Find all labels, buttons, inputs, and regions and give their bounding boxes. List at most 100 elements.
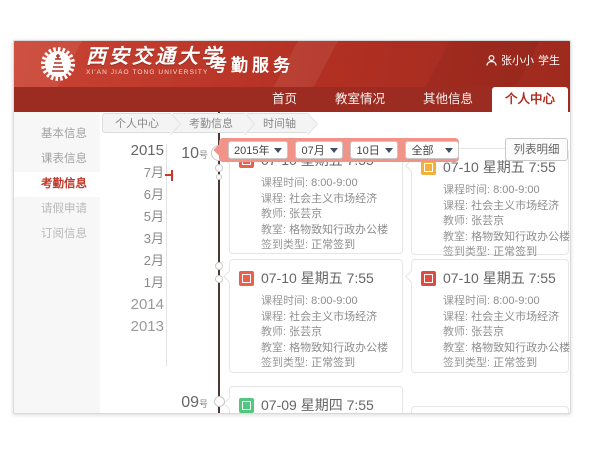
list-detail-button[interactable]: 列表明细 — [505, 138, 568, 161]
day-number: 10 — [181, 145, 199, 162]
field-label: 教室: — [443, 342, 471, 354]
card-field-classroom: 教室: 格物致知行政办公楼 — [443, 230, 560, 246]
attendance-card-l2[interactable]: 07-10 星期五 7:55 课程时间: 8:00-9:00课程: 社会主义市场经… — [229, 259, 403, 373]
field-value: 8:00-9:00 — [311, 177, 357, 189]
timeline-day-label: 09号 — [168, 394, 208, 412]
month-select-value: 07月 — [301, 142, 324, 158]
years-nav-item-5月[interactable]: 5月 — [118, 206, 164, 228]
field-value: 社会主义市场经济 — [289, 193, 377, 205]
card-field-sign_type: 签到类型: 正常签到 — [261, 238, 394, 254]
nav-item-首页[interactable]: 首页 — [253, 87, 316, 112]
timeline-node — [216, 174, 222, 180]
card-body: 课程时间: 8:00-9:00课程: 社会主义市场经济教师: 张芸京教室: 格物… — [412, 291, 568, 378]
filter-bar: 2015年 07月 10日全部 — [219, 138, 459, 162]
university-name-cn: 西安交通大学 — [86, 45, 224, 69]
attendance-type-icon — [421, 271, 436, 286]
field-value: 正常签到 — [493, 246, 537, 258]
sidebar-item-课表信息[interactable]: 课表信息 — [14, 147, 100, 172]
day-suffix: 号 — [199, 399, 208, 409]
card-field-classroom: 教室: 格物致知行政办公楼 — [261, 341, 394, 357]
card-field-teacher: 教师: 张芸京 — [261, 325, 394, 341]
chevron-down-icon — [445, 148, 453, 153]
field-label: 课程时间: — [443, 295, 493, 307]
current-month-marker — [165, 170, 173, 181]
card-field-teacher: 教师: 张芸京 — [261, 207, 394, 223]
chevron-down-icon — [274, 148, 282, 153]
field-value: 8:00-9:00 — [493, 295, 539, 307]
timeline-node — [215, 262, 223, 270]
timeline-node — [215, 275, 223, 283]
year-select[interactable]: 2015年 — [228, 141, 288, 159]
university-logo-icon — [40, 46, 76, 82]
nav-item-个人中心[interactable]: 个人中心 — [492, 87, 568, 112]
nav-item-教室情况[interactable]: 教室情况 — [316, 87, 404, 112]
breadcrumb-item-考勤信息[interactable]: 考勤信息 — [173, 113, 245, 133]
user-name: 张小小 — [501, 52, 534, 68]
card-field-course_time: 课程时间: 8:00-9:00 — [261, 294, 394, 310]
main-nav: 首页教室情况其他信息个人中心 — [14, 87, 570, 112]
years-nav-item-7月[interactable]: 7月 — [118, 162, 164, 184]
attendance-card-r2[interactable]: 07-10 星期五 7:55课程时间: 8:00-9:00课程: 社会主义市场经… — [411, 259, 569, 373]
field-label: 教师: — [443, 215, 471, 227]
field-label: 签到类型: — [261, 239, 311, 251]
card-header: 07-09 星期四 7:55 — [230, 387, 402, 414]
field-label: 课程: — [261, 311, 289, 323]
university-name-en: XI'AN JIAO TONG UNIVERSITY — [86, 69, 224, 77]
field-label: 课程: — [443, 311, 471, 323]
chevron-down-icon — [385, 148, 393, 153]
field-label: 课程: — [443, 200, 471, 212]
field-label: 教师: — [443, 326, 471, 338]
sidebar-item-考勤信息[interactable]: 考勤信息 — [14, 172, 100, 197]
nav-item-其他信息[interactable]: 其他信息 — [404, 87, 492, 112]
field-value: 社会主义市场经济 — [289, 311, 377, 323]
field-label: 签到类型: — [443, 357, 493, 369]
years-nav-item-1月[interactable]: 1月 — [118, 272, 164, 294]
card-body: 课程时间: 8:00-9:00课程: 社会主义市场经济教师: 张芸京教室: 格物… — [230, 173, 402, 260]
sidebar-item-基本信息[interactable]: 基本信息 — [14, 122, 100, 147]
attendance-card-l3[interactable]: 07-09 星期四 7:55课程时间: 8:00-9:00课程: 社会主义市场经… — [229, 386, 403, 414]
attendance-card-r3[interactable] — [411, 406, 569, 414]
field-value: 正常签到 — [311, 239, 355, 251]
breadcrumb-item-时间轴[interactable]: 时间轴 — [247, 113, 308, 133]
years-nav-item-3月[interactable]: 3月 — [118, 228, 164, 250]
field-value: 格物致知行政办公楼 — [289, 342, 388, 354]
field-value: 8:00-9:00 — [493, 184, 539, 196]
years-nav-item-2015[interactable]: 2015 — [118, 140, 164, 162]
day-number: 09 — [181, 394, 199, 411]
card-field-course_time: 课程时间: 8:00-9:00 — [261, 176, 394, 192]
card-field-course_time: 课程时间: 8:00-9:00 — [443, 183, 560, 199]
year-select-value: 2015年 — [234, 142, 269, 158]
field-label: 课程: — [261, 193, 289, 205]
years-nav-item-6月[interactable]: 6月 — [118, 184, 164, 206]
app-title: 考勤服务 — [210, 51, 294, 76]
day-select[interactable]: 10日 — [350, 141, 398, 159]
timeline-day-label: 10号 — [168, 145, 208, 163]
years-nav-item-2月[interactable]: 2月 — [118, 250, 164, 272]
field-value: 张芸京 — [471, 326, 504, 338]
years-nav-item-2014[interactable]: 2014 — [118, 294, 164, 316]
field-value: 正常签到 — [493, 357, 537, 369]
month-select[interactable]: 07月 — [295, 141, 343, 159]
field-value: 格物致知行政办公楼 — [289, 224, 388, 236]
years-nav-item-2013[interactable]: 2013 — [118, 316, 164, 338]
page: 西安交通大学 XI'AN JIAO TONG UNIVERSITY 考勤服务 张… — [0, 0, 600, 450]
sidebar-item-订阅信息[interactable]: 订阅信息 — [14, 222, 100, 247]
card-body: 课程时间: 8:00-9:00课程: 社会主义市场经济教师: 张芸京教室: 格物… — [412, 180, 568, 267]
attendance-card-r1[interactable]: 07-10 星期五 7:55课程时间: 8:00-9:00课程: 社会主义市场经… — [411, 148, 569, 255]
field-value: 张芸京 — [471, 215, 504, 227]
card-date-title: 07-10 星期五 7:55 — [261, 268, 374, 288]
timeline-years-nav: 20157月6月5月3月2月1月20142013 — [118, 140, 164, 338]
type-select[interactable]: 全部 — [405, 141, 459, 159]
sidebar-item-请假申请[interactable]: 请假申请 — [14, 197, 100, 222]
breadcrumb-item-个人中心[interactable]: 个人中心 — [102, 113, 171, 133]
field-label: 签到类型: — [443, 246, 493, 258]
field-label: 教师: — [261, 326, 289, 338]
field-label: 课程时间: — [261, 177, 311, 189]
field-value: 格物致知行政办公楼 — [471, 231, 570, 243]
card-field-course: 课程: 社会主义市场经济 — [443, 199, 560, 215]
user-info[interactable]: 张小小 学生 — [486, 52, 560, 68]
card-field-teacher: 教师: 张芸京 — [443, 325, 560, 341]
timeline-node — [214, 396, 225, 407]
card-field-classroom: 教室: 格物致知行政办公楼 — [443, 341, 560, 357]
field-label: 教师: — [261, 208, 289, 220]
